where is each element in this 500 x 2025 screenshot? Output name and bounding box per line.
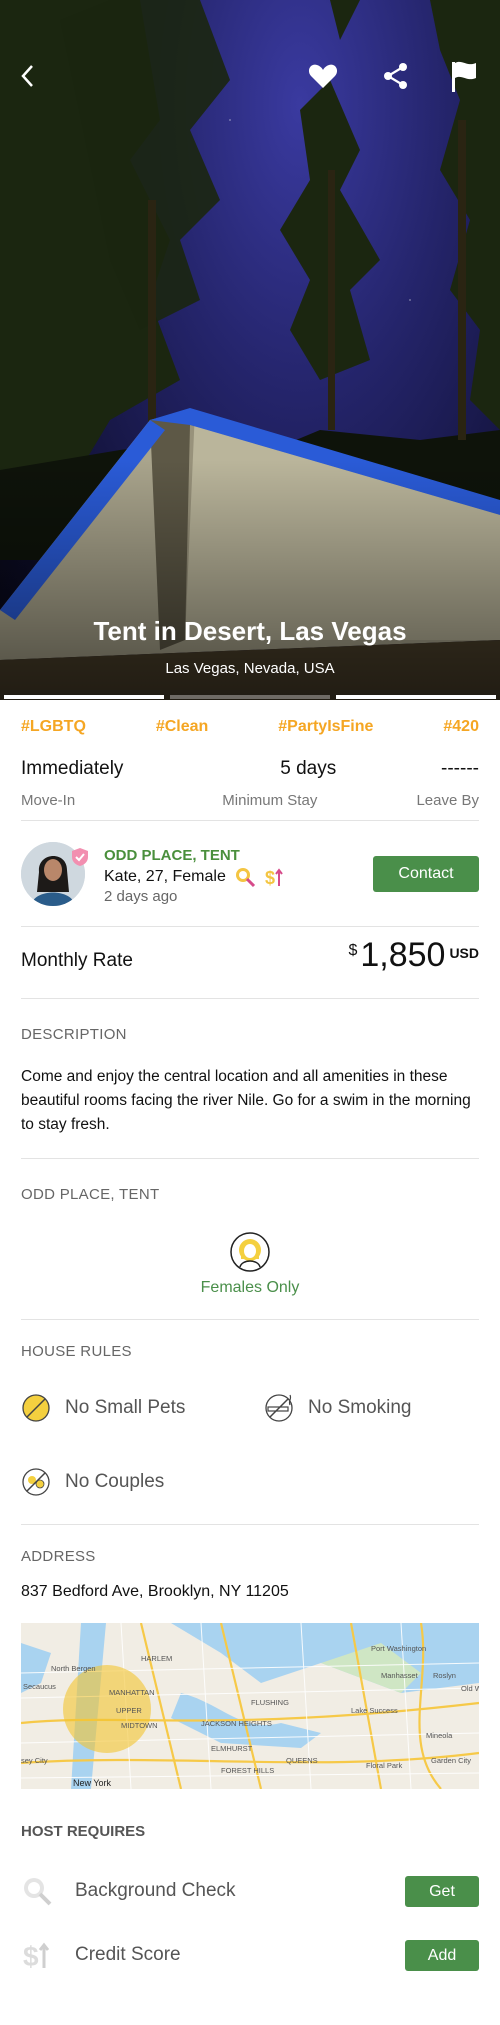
pager-dot[interactable] xyxy=(4,695,164,699)
divider xyxy=(21,1524,479,1525)
rule-no-couples: No Couples xyxy=(21,1467,164,1497)
map-label: ELMHURST xyxy=(211,1744,253,1753)
map-label: MANHATTAN xyxy=(109,1688,155,1697)
map-label: Old W xyxy=(461,1684,479,1693)
no-couples-icon xyxy=(22,1468,50,1496)
image-pager[interactable] xyxy=(0,695,500,700)
min-stay-value: 5 days xyxy=(280,758,337,779)
map-graphic: North Bergen Secaucus HARLEM MANHATTAN U… xyxy=(21,1623,479,1789)
back-icon xyxy=(21,65,33,87)
no-pets-icon xyxy=(22,1394,50,1422)
requirement-background-check: Background Check xyxy=(21,1875,236,1907)
background-check-icon xyxy=(235,868,255,888)
add-credit-score-button[interactable]: Add xyxy=(405,1940,479,1971)
tag[interactable]: #Clean xyxy=(156,718,208,736)
monthly-rate: $ 1,850 USD xyxy=(348,936,479,975)
tag-list: #LGBTQ #Clean #PartyIsFine #420 xyxy=(21,718,479,736)
map-label: MIDTOWN xyxy=(121,1721,158,1730)
tag[interactable]: #LGBTQ xyxy=(21,718,86,736)
listing-location: Las Vegas, Nevada, USA xyxy=(165,660,335,677)
hero-image[interactable]: Tent in Desert, Las Vegas Las Vegas, Nev… xyxy=(0,0,500,700)
female-icon xyxy=(230,1232,270,1272)
listing-title: Tent in Desert, Las Vegas xyxy=(93,616,407,646)
currency-code: USD xyxy=(449,945,479,961)
map-label: Secaucus xyxy=(23,1682,56,1691)
place-heading: ODD PLACE, TENT xyxy=(21,1186,160,1203)
host-requires-heading: HOST REQUIRES xyxy=(21,1823,146,1840)
map-label: Mineola xyxy=(426,1731,453,1740)
requirement-label: Credit Score xyxy=(75,1944,181,1965)
credit-score-icon: $ xyxy=(265,868,283,888)
leave-by-label: Leave By xyxy=(416,792,479,809)
host-place: ODD PLACE, TENT xyxy=(104,847,240,864)
svg-text:$: $ xyxy=(265,868,275,888)
tag[interactable]: #420 xyxy=(443,718,479,736)
report-button[interactable] xyxy=(446,58,482,94)
house-rules-heading: HOUSE RULES xyxy=(21,1343,132,1360)
divider xyxy=(21,998,479,999)
stay-labels: Move-In Minimum Stay Leave By xyxy=(21,792,479,809)
share-button[interactable] xyxy=(378,58,414,94)
leave-by-value: ------ xyxy=(441,758,479,779)
gender-rule: Females Only xyxy=(200,1279,300,1296)
map-label: JACKSON HEIGHTS xyxy=(201,1719,272,1728)
map-label: Floral Park xyxy=(366,1761,403,1770)
flag-icon xyxy=(452,61,476,92)
address-heading: ADDRESS xyxy=(21,1548,96,1565)
map-label: QUEENS xyxy=(286,1756,318,1765)
map-label: Lake Success xyxy=(351,1706,398,1715)
currency-symbol: $ xyxy=(348,942,358,959)
host-info: Kate, 27, Female xyxy=(104,868,226,885)
address-text: 837 Bedford Ave, Brooklyn, NY 11205 xyxy=(21,1583,289,1600)
rule-label: No Couples xyxy=(65,1471,165,1492)
verified-badge-icon xyxy=(72,848,88,866)
move-in-value: Immediately xyxy=(21,758,124,779)
svg-text:$: $ xyxy=(23,1941,39,1971)
map-label: Roslyn xyxy=(433,1671,456,1680)
divider xyxy=(21,820,479,821)
rule-no-smoking: No Smoking xyxy=(264,1393,412,1423)
map-label: FLUSHING xyxy=(251,1698,289,1707)
rule-no-small-pets: No Small Pets xyxy=(21,1393,185,1423)
description-text: Come and enjoy the central location and … xyxy=(21,1068,471,1133)
share-icon xyxy=(384,63,407,89)
map-label: Manhasset xyxy=(381,1671,419,1680)
get-background-check-button[interactable]: Get xyxy=(405,1876,479,1907)
posted-time: 2 days ago xyxy=(104,888,178,905)
description-heading: DESCRIPTION xyxy=(21,1026,127,1043)
background-check-icon xyxy=(24,1878,52,1906)
map-label: Garden City xyxy=(431,1756,471,1765)
pager-dot[interactable] xyxy=(336,695,496,699)
rule-label: No Smoking xyxy=(308,1397,412,1418)
requirement-credit-score: $ Credit Score xyxy=(21,1939,181,1971)
credit-score-icon: $ xyxy=(23,1941,50,1971)
map-label: UPPER xyxy=(116,1706,142,1715)
back-button[interactable] xyxy=(10,58,46,94)
min-stay-label: Minimum Stay xyxy=(222,792,318,809)
map-label: Port Washington xyxy=(371,1644,426,1653)
divider xyxy=(21,1158,479,1159)
no-smoking-icon xyxy=(265,1394,293,1422)
pager-dot[interactable] xyxy=(170,695,330,699)
host-info-row: Kate, 27, Female $ xyxy=(104,866,286,888)
heart-icon xyxy=(308,64,338,88)
requirement-label: Background Check xyxy=(75,1880,236,1901)
stay-values: Immediately 5 days ------ xyxy=(21,758,479,780)
map-label: FOREST HILLS xyxy=(221,1766,274,1775)
contact-button[interactable]: Contact xyxy=(373,856,479,892)
rule-label: No Small Pets xyxy=(65,1397,186,1418)
map-label: HARLEM xyxy=(141,1654,172,1663)
divider xyxy=(21,926,479,927)
location-map[interactable]: North Bergen Secaucus HARLEM MANHATTAN U… xyxy=(21,1623,479,1789)
divider xyxy=(21,1319,479,1320)
map-label: North Bergen xyxy=(51,1664,96,1673)
tag[interactable]: #PartyIsFine xyxy=(278,718,373,736)
favorite-button[interactable] xyxy=(305,58,341,94)
map-label: New York xyxy=(73,1778,112,1788)
move-in-label: Move-In xyxy=(21,792,76,809)
map-label: sey City xyxy=(21,1756,48,1765)
rate-amount: 1,850 xyxy=(360,936,446,974)
